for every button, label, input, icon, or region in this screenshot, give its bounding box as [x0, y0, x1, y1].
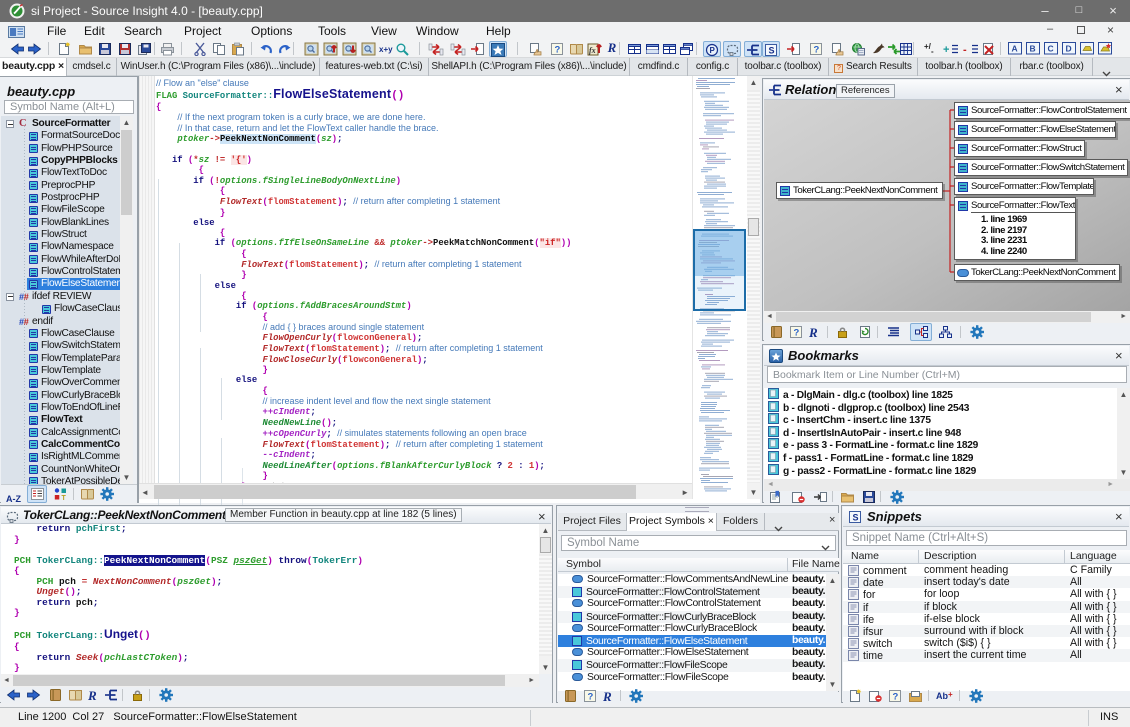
svg-text:?: ? — [794, 328, 800, 339]
svg-text:C: C — [1048, 44, 1054, 54]
svg-text:P: P — [710, 46, 716, 55]
svg-text:+: + — [948, 690, 953, 699]
svg-text:Ab: Ab — [936, 691, 948, 701]
svg-text:T: T — [62, 495, 67, 501]
svg-text:S: S — [769, 46, 775, 56]
svg-text:-: - — [931, 47, 934, 56]
svg-text:A: A — [1012, 44, 1018, 54]
svg-text:?: ? — [893, 692, 899, 703]
svg-text:?: ? — [588, 692, 594, 703]
svg-text:D: D — [1066, 44, 1072, 54]
svg-text:+: + — [943, 44, 949, 56]
svg-text:-: - — [963, 44, 967, 56]
svg-text:?: ? — [813, 45, 819, 56]
svg-text:fx: fx — [589, 46, 596, 55]
svg-text:?: ? — [554, 45, 560, 56]
svg-text:S: S — [853, 513, 859, 523]
svg-text:x+y: x+y — [379, 45, 393, 54]
svg-text:B: B — [1030, 44, 1036, 54]
